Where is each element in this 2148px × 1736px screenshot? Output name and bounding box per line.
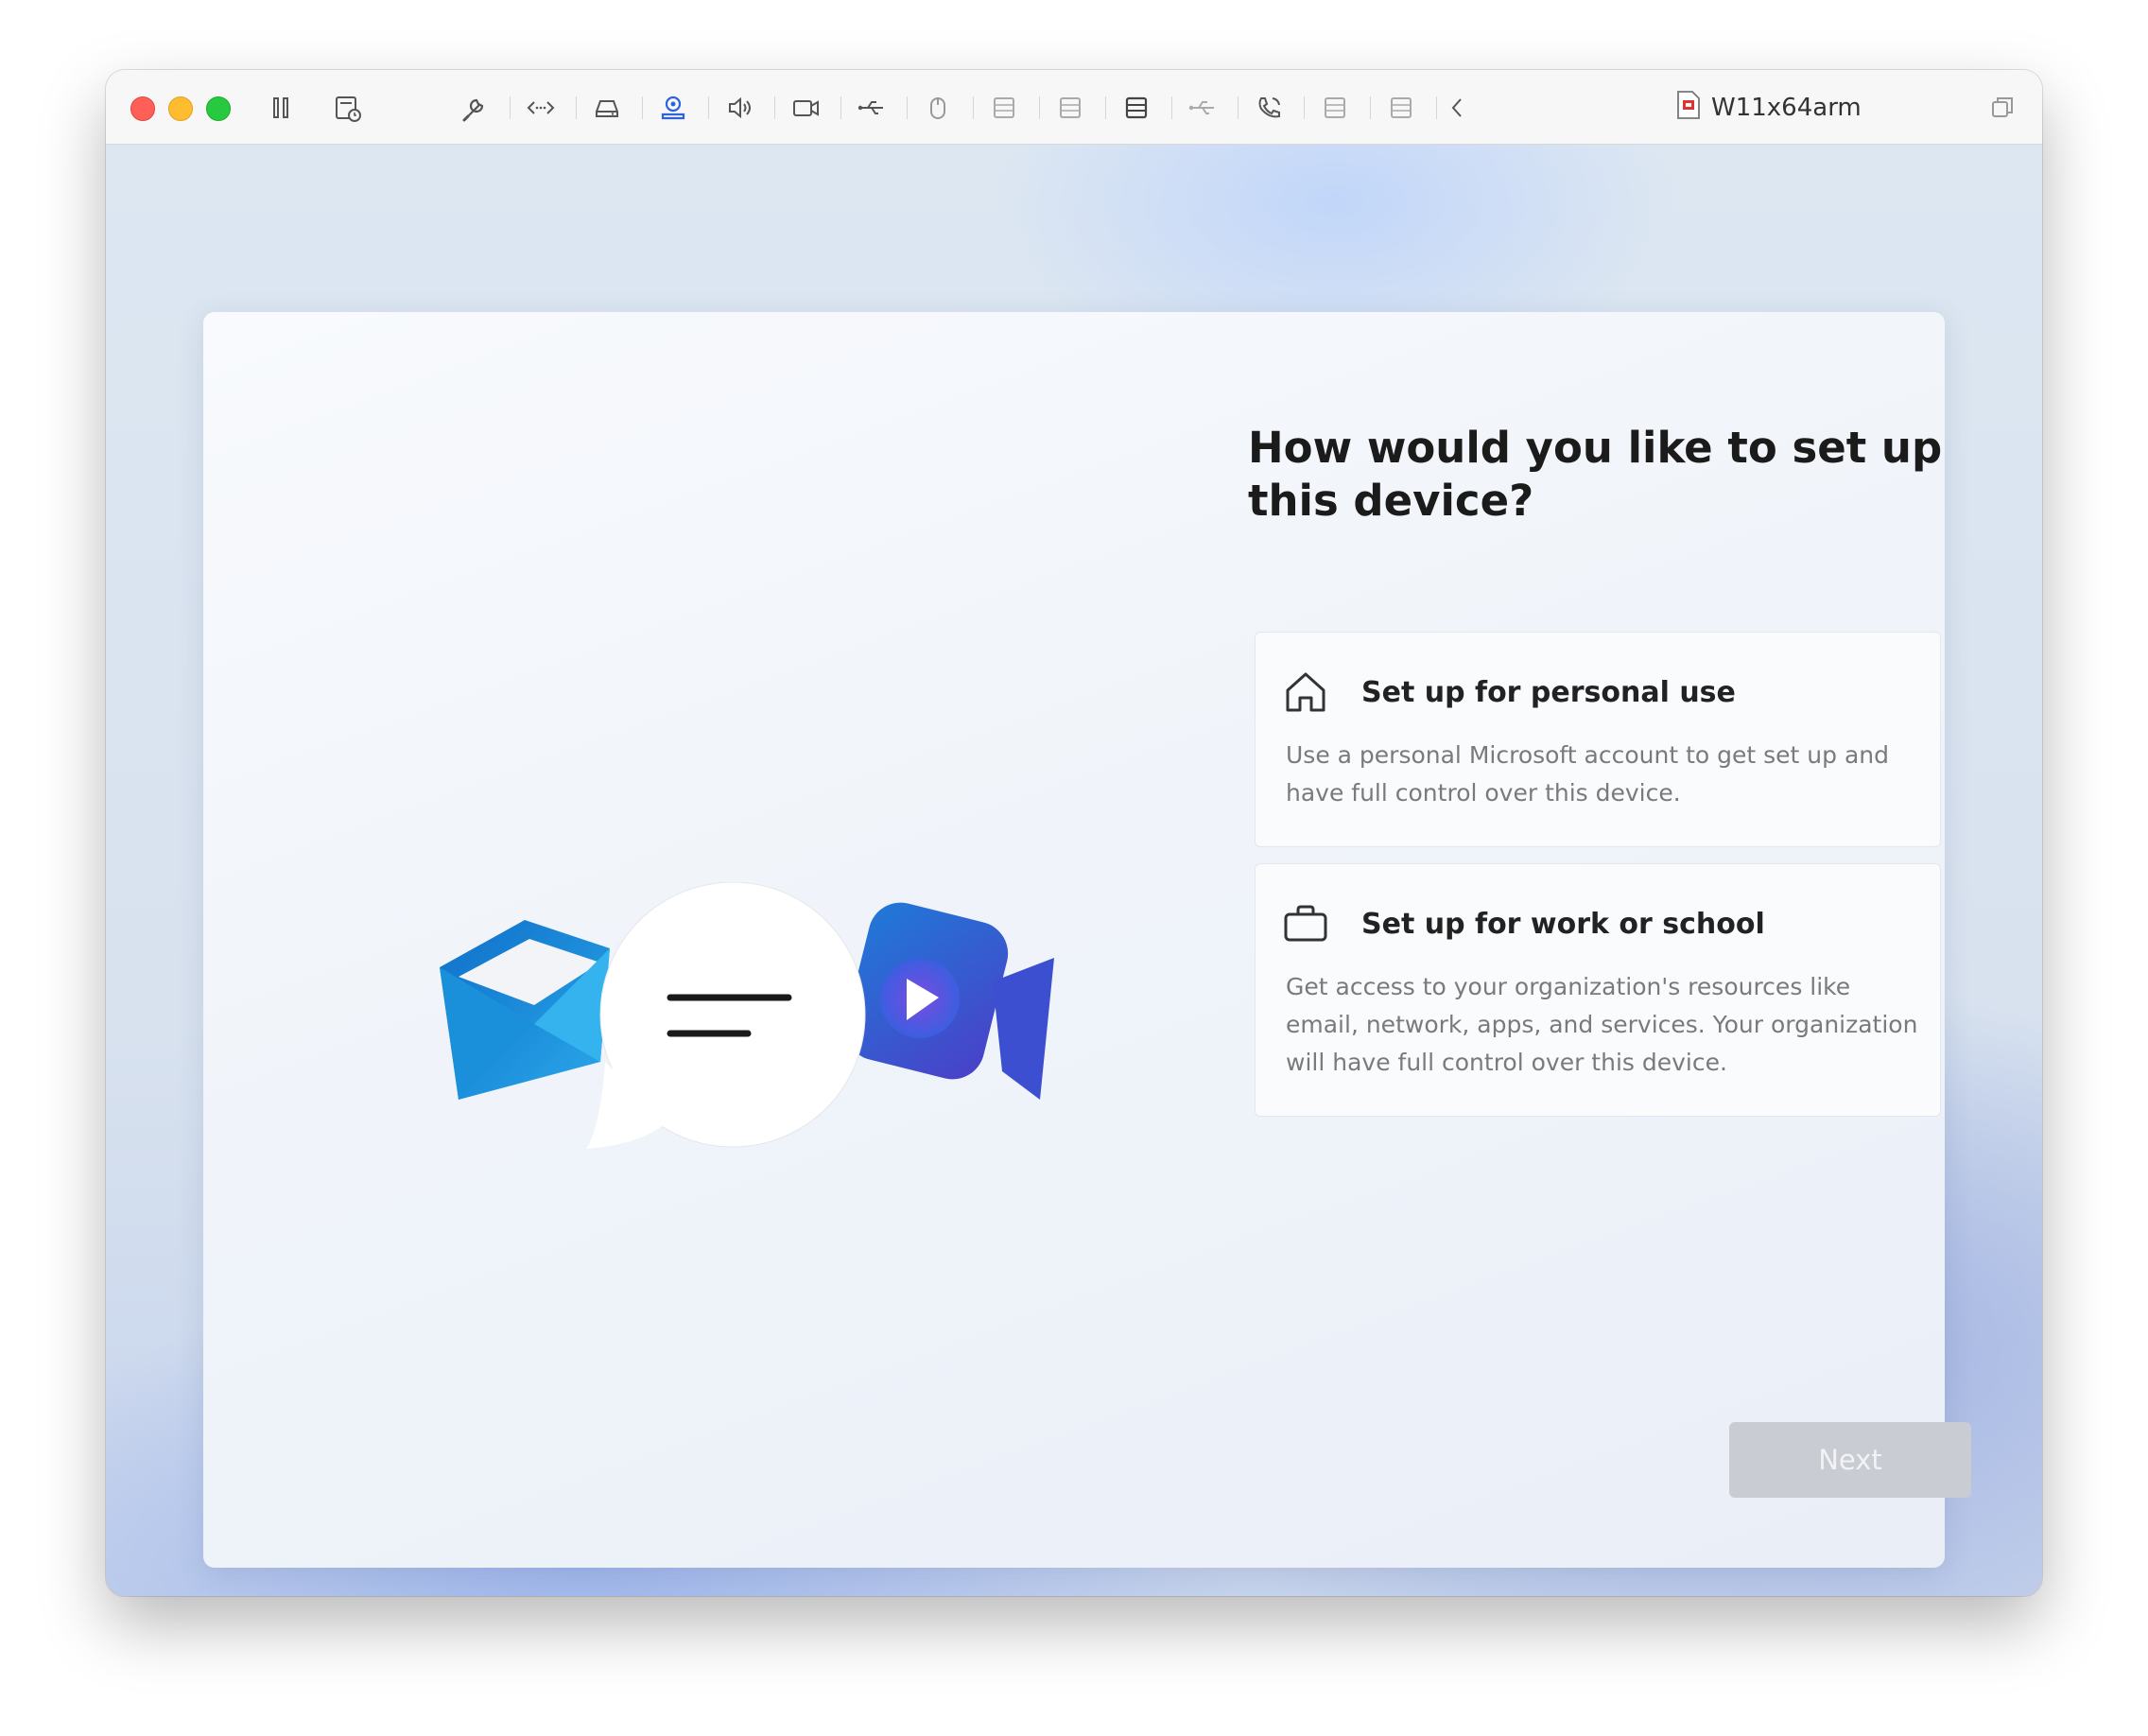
separator [1171,96,1172,119]
window-title-text: W11x64arm [1711,94,1862,122]
briefcase-icon [1282,900,1329,947]
usb-icon[interactable] [853,89,891,127]
wrench-icon[interactable] [456,89,494,127]
title-bar: W11x64arm [106,70,2042,145]
separator [1105,96,1106,119]
video-icon[interactable] [787,89,824,127]
minimize-button[interactable] [168,96,193,121]
separator [1238,96,1239,119]
vm-window: W11x64arm How would you like to set up t… [106,70,2042,1596]
separator [1436,96,1437,119]
page-title: How would you like to set up this device… [1248,423,1943,526]
video-call-icon [844,902,1054,1100]
chat-bubble-icon [586,881,866,1149]
drive-icon[interactable] [588,89,626,127]
close-button[interactable] [130,96,155,121]
separator [642,96,643,119]
separator [907,96,908,119]
phone-icon[interactable] [1250,89,1288,127]
option-title: Set up for work or school [1361,908,1765,941]
separator [840,96,841,119]
vm-document-icon [1675,90,1702,127]
option-description: Get access to your organization's resour… [1286,973,1918,1076]
next-button[interactable]: Next [1729,1422,1971,1498]
separator [973,96,974,119]
window-title: W11x64arm [1675,89,1862,127]
separator [1370,96,1371,119]
option-personal-use[interactable]: Set up for personal use Use a personal M… [1255,632,1941,847]
mail-icon [440,920,610,1100]
code-icon[interactable] [522,89,560,127]
chevron-left-icon[interactable] [1439,89,1477,127]
setup-illustration [440,881,1054,1156]
option-work-school[interactable]: Set up for work or school Get access to … [1255,863,1941,1117]
option-title: Set up for personal use [1361,676,1736,709]
window-overlay-icon[interactable] [1983,89,2021,127]
vm-display: How would you like to set up this device… [106,145,2042,1596]
storage-icon[interactable] [1051,89,1089,127]
separator [510,96,511,119]
separator [774,96,775,119]
separator [708,96,709,119]
separator [576,96,577,119]
pause-icon[interactable] [262,89,300,127]
camera-user-icon[interactable] [654,89,692,127]
separator [1304,96,1305,119]
home-icon [1282,668,1329,716]
usb-icon[interactable] [1184,89,1221,127]
storage-icon[interactable] [1382,89,1420,127]
zoom-button[interactable] [206,96,231,121]
mouse-icon[interactable] [919,89,957,127]
storage-icon[interactable] [1117,89,1155,127]
snapshot-icon[interactable] [328,89,366,127]
option-description: Use a personal Microsoft account to get … [1286,741,1889,807]
separator [1039,96,1040,119]
storage-icon[interactable] [1316,89,1354,127]
speaker-icon[interactable] [720,89,758,127]
storage-icon[interactable] [985,89,1023,127]
